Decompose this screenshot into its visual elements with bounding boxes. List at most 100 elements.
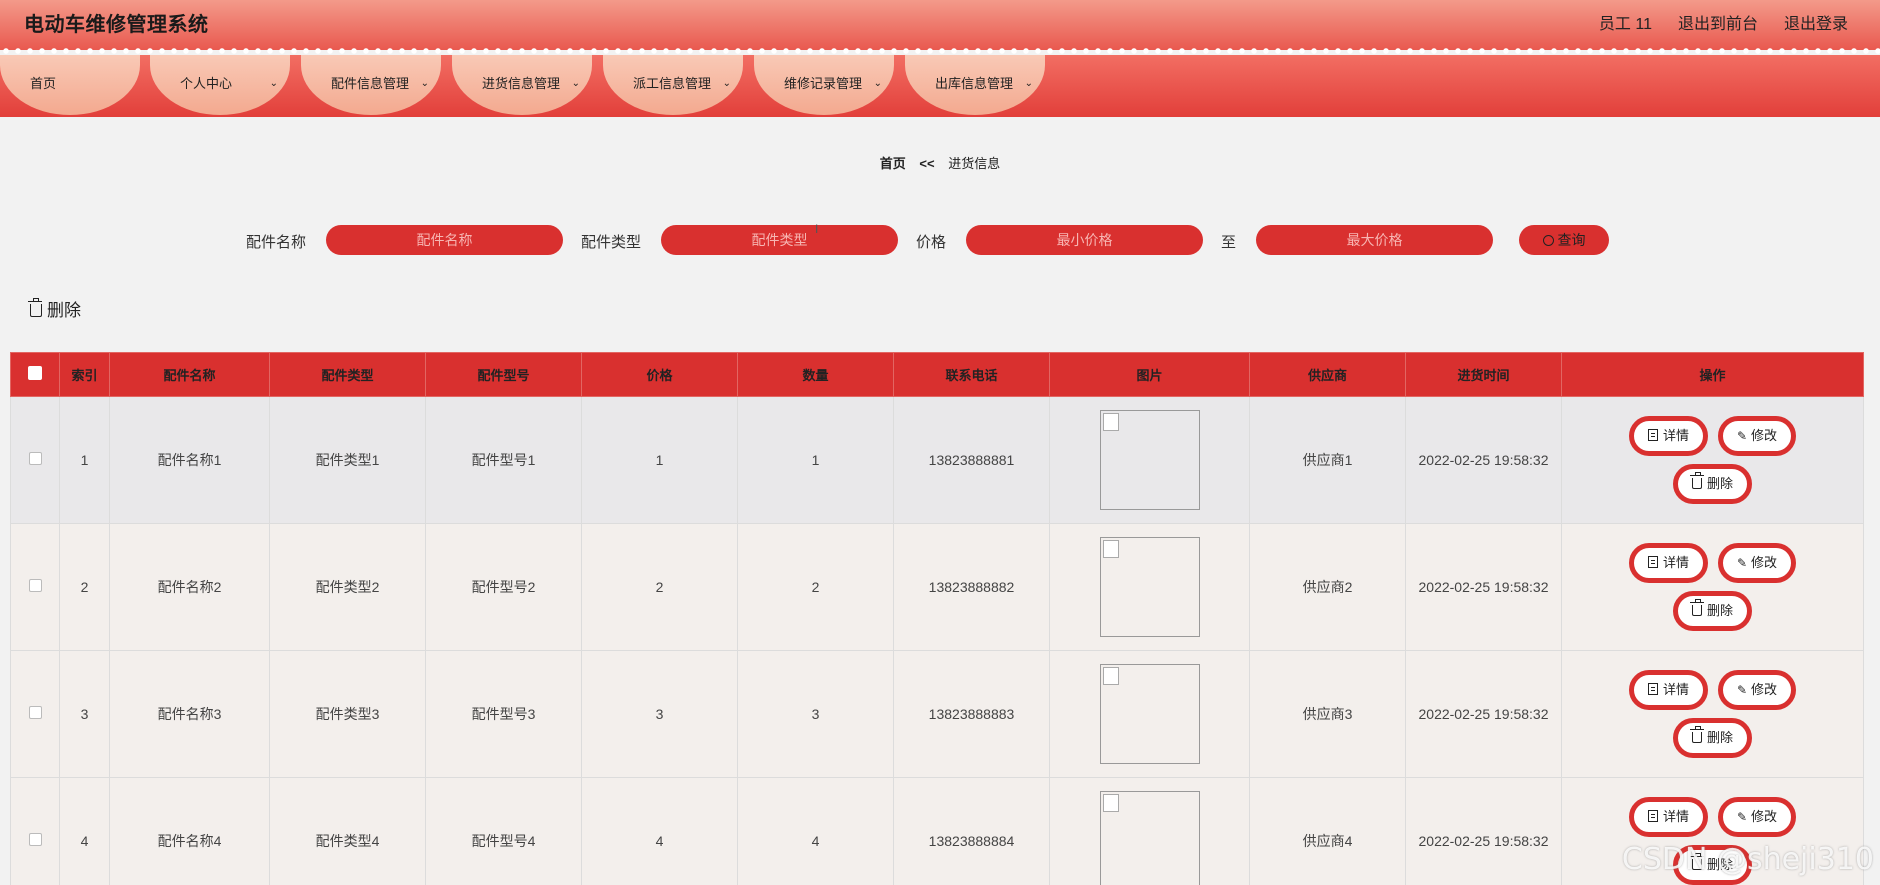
nav-item-label: 出库信息管理 (935, 76, 1014, 91)
column-header: 联系电话 (893, 352, 1050, 397)
min-price-input[interactable] (966, 225, 1203, 255)
nav-item-repair-records[interactable]: 维修记录管理 ⌄ (754, 55, 894, 115)
document-icon (1647, 810, 1658, 822)
column-header: 价格 (581, 352, 738, 397)
delete-button[interactable]: 删除 (1672, 591, 1752, 631)
nav-item-outbound-info[interactable]: 出库信息管理 ⌄ (905, 55, 1045, 115)
cell-supplier: 供应商3 (1249, 650, 1406, 778)
column-header: 配件类型 (269, 352, 426, 397)
edit-button[interactable]: ✎ 修改 (1717, 416, 1797, 456)
part-name-input[interactable] (326, 225, 563, 255)
delete-button[interactable]: 删除 (1672, 464, 1752, 504)
nav-item-parts-info[interactable]: 配件信息管理 ⌄ (301, 55, 441, 115)
broken-image-icon (1099, 537, 1200, 637)
nav-item-label: 首页 (30, 76, 57, 91)
nav-item-home[interactable]: 首页 (0, 55, 140, 115)
cell-time: 2022-02-25 19:58:32 (1405, 650, 1562, 778)
back-to-front-link[interactable]: 退出到前台 (1678, 10, 1758, 34)
chevron-down-icon: ⌄ (1024, 78, 1033, 89)
cell-time: 2022-02-25 19:58:32 (1405, 396, 1562, 524)
top-header: 电动车维修管理系统 员工 11 退出到前台 退出登录 (0, 0, 1880, 55)
cell-qty: 1 (737, 396, 894, 524)
watermark: CSDN @sheji310 (1621, 842, 1874, 877)
breadcrumb-home[interactable]: 首页 (880, 156, 906, 171)
cell-name: 配件名称4 (109, 777, 270, 885)
purchase-table: 索引 配件名称 配件类型 配件型号 价格 数量 联系电话 图片 供应商 进货时间… (10, 352, 1864, 885)
cell-phone: 13823888882 (893, 523, 1050, 651)
column-header: 配件型号 (425, 352, 582, 397)
chevron-down-icon: ⌄ (571, 78, 580, 89)
detail-button[interactable]: 详情 (1628, 797, 1708, 837)
to-label: 至 (1221, 234, 1237, 251)
query-button[interactable]: 查询 (1519, 225, 1609, 255)
nav-item-label: 进货信息管理 (482, 76, 561, 91)
column-header: 图片 (1049, 352, 1250, 397)
table-row: 3 配件名称3 配件类型3 配件型号3 3 3 13823888883 供应商3… (10, 650, 1864, 778)
column-header: 进货时间 (1405, 352, 1562, 397)
row-checkbox[interactable] (28, 579, 42, 592)
select-all-checkbox[interactable] (28, 366, 42, 380)
max-price-input[interactable] (1256, 225, 1493, 255)
batch-delete-button[interactable]: 删除 (28, 296, 81, 321)
logout-link[interactable]: 退出登录 (1784, 10, 1848, 34)
cell-price: 3 (581, 650, 738, 778)
document-icon (1647, 683, 1658, 695)
trash-icon (1689, 472, 1704, 489)
select-all-cell (10, 352, 60, 397)
cell-model: 配件型号3 (425, 650, 582, 778)
cell-qty: 3 (737, 650, 894, 778)
document-icon (1647, 429, 1658, 441)
row-actions: 详情 ✎ 修改 删除 (1613, 416, 1813, 504)
cell-index: 2 (59, 523, 110, 651)
edit-button[interactable]: ✎ 修改 (1717, 543, 1797, 583)
text-cursor-icon: I (815, 222, 819, 236)
detail-button[interactable]: 详情 (1628, 416, 1708, 456)
chevron-down-icon: ⌄ (269, 78, 278, 89)
trash-icon (1689, 599, 1704, 616)
edit-button[interactable]: ✎ 修改 (1717, 797, 1797, 837)
cell-name: 配件名称3 (109, 650, 270, 778)
delete-button[interactable]: 删除 (1672, 718, 1752, 758)
cell-name: 配件名称1 (109, 396, 270, 524)
edit-button[interactable]: ✎ 修改 (1717, 670, 1797, 710)
cell-price: 1 (581, 396, 738, 524)
row-checkbox[interactable] (28, 833, 42, 846)
row-checkbox[interactable] (28, 452, 42, 465)
column-header: 操作 (1561, 352, 1864, 397)
cell-time: 2022-02-25 19:58:32 (1405, 777, 1562, 885)
user-label[interactable]: 员工 11 (1599, 10, 1652, 34)
top-links: 员工 11 退出到前台 退出登录 (1599, 10, 1848, 34)
pencil-icon: ✎ (1736, 683, 1748, 697)
trash-icon (1689, 726, 1704, 743)
table-row: 4 配件名称4 配件类型4 配件型号4 4 4 13823888884 供应商4… (10, 777, 1864, 885)
cell-type: 配件类型3 (269, 650, 426, 778)
column-header: 数量 (737, 352, 894, 397)
cell-index: 1 (59, 396, 110, 524)
part-type-label: 配件类型 (581, 234, 642, 251)
part-type-input[interactable] (661, 225, 898, 255)
cell-price: 4 (581, 777, 738, 885)
cell-phone: 13823888881 (893, 396, 1050, 524)
column-header: 供应商 (1249, 352, 1406, 397)
query-button-label: 查询 (1557, 232, 1586, 248)
cell-model: 配件型号1 (425, 396, 582, 524)
cell-model: 配件型号4 (425, 777, 582, 885)
cell-supplier: 供应商4 (1249, 777, 1406, 885)
nav-item-label: 配件信息管理 (331, 76, 410, 91)
chevron-down-icon: ⌄ (873, 78, 882, 89)
cell-index: 4 (59, 777, 110, 885)
cell-model: 配件型号2 (425, 523, 582, 651)
nav-item-dispatch-info[interactable]: 派工信息管理 ⌄ (603, 55, 743, 115)
pencil-icon: ✎ (1736, 810, 1748, 824)
chevron-down-icon: ⌄ (722, 78, 731, 89)
detail-button[interactable]: 详情 (1628, 670, 1708, 710)
cell-price: 2 (581, 523, 738, 651)
chevron-down-icon: ⌄ (420, 78, 429, 89)
broken-image-icon (1099, 410, 1200, 510)
row-checkbox[interactable] (28, 706, 42, 719)
broken-image-icon (1099, 791, 1200, 885)
nav-item-label: 派工信息管理 (633, 76, 712, 91)
nav-item-purchase-info[interactable]: 进货信息管理 ⌄ (452, 55, 592, 115)
detail-button[interactable]: 详情 (1628, 543, 1708, 583)
nav-item-personal-center[interactable]: 个人中心 ⌄ (150, 55, 290, 115)
